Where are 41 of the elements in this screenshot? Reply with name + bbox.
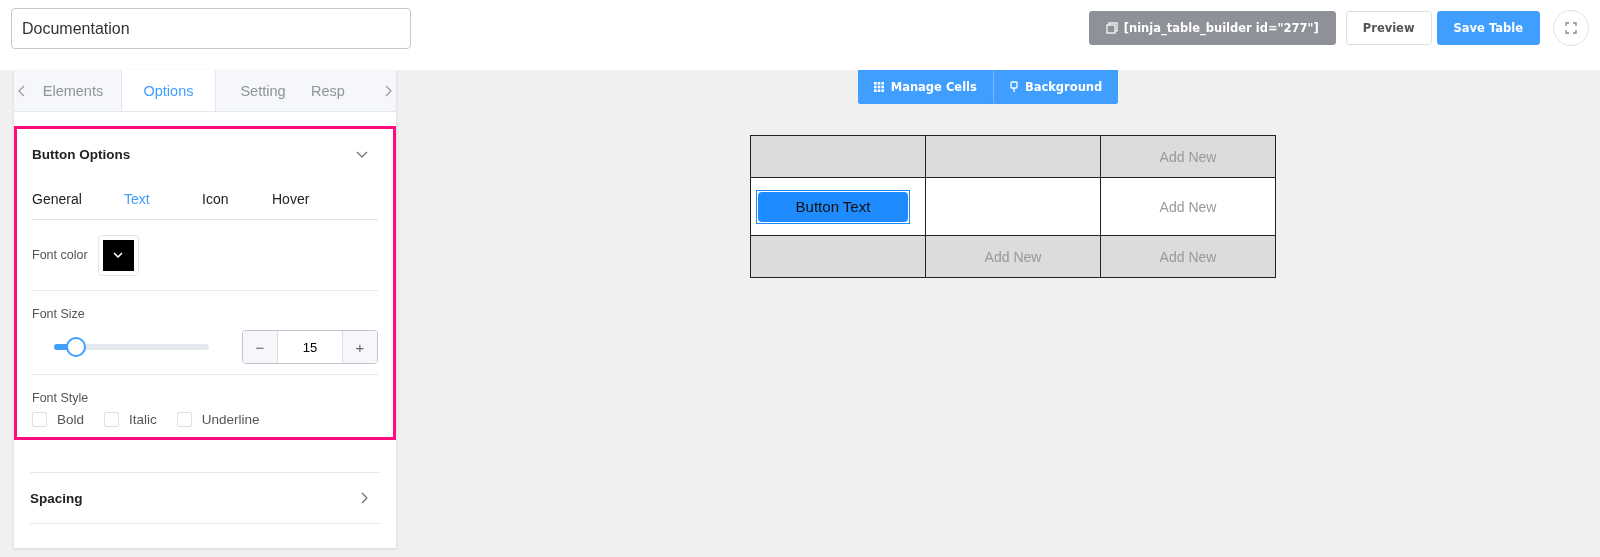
button-preview[interactable]: Button Text [758,191,908,222]
field-label: Font color [32,248,88,262]
title-field[interactable]: Documentation [11,8,411,49]
table-cell[interactable] [750,135,926,178]
slider-thumb[interactable] [65,337,86,357]
sub-tab[interactable]: Text [124,191,202,207]
sidebar-tab[interactable]: Options [121,70,216,111]
checkbox-label[interactable]: Italic [129,412,157,427]
copy-icon [1105,22,1118,34]
table-cell[interactable] [925,135,1101,178]
decrement-button[interactable]: − [243,331,277,363]
brush-icon [1009,81,1018,93]
fullscreen-button[interactable] [1553,10,1589,46]
grid-icon [873,82,884,92]
section-title[interactable]: Spacing [30,490,83,506]
sub-tab[interactable]: Hover [272,191,350,207]
checkbox-label[interactable]: Bold [57,412,85,427]
section-title[interactable]: Button Options [32,146,131,162]
chevron-right-icon[interactable] [384,84,392,97]
caret-icon [113,252,124,258]
sidebar-tab[interactable]: Setting [216,70,311,111]
field-label: Font Size [32,307,85,321]
chevron-left-icon[interactable] [18,84,26,97]
increment-button[interactable]: + [343,331,377,363]
sidebar-tab[interactable]: Elements [26,70,121,111]
sub-tab[interactable]: General [32,191,124,207]
checkbox-label[interactable]: Underline [201,412,260,427]
table-cell[interactable]: Button Text [750,177,926,236]
fullscreen-icon [1565,22,1577,34]
preview-button[interactable]: Preview [1345,11,1432,45]
field-label: Font Style [32,391,89,405]
sidebar-tab[interactable]: Resp [311,70,351,111]
table-cell[interactable] [925,177,1101,236]
number-stepper[interactable]: − 15 + [242,330,378,364]
sub-tab[interactable]: Icon [202,191,272,207]
checkbox[interactable] [32,412,47,427]
table-cell[interactable] [750,235,926,278]
checkbox[interactable] [176,412,192,427]
add-new-link[interactable]: Add New [1159,198,1217,215]
checkbox[interactable] [104,412,120,427]
shortcode-button[interactable]: [ninja_table_builder id="277"] [1088,11,1336,45]
